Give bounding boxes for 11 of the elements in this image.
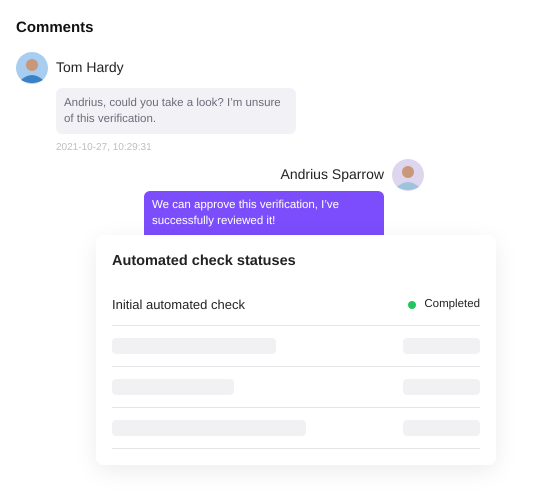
comment-bubble: We can approve this verification, I’ve successfully reviewed it! xyxy=(144,190,384,234)
avatar-icon xyxy=(392,158,424,190)
avatar-icon xyxy=(16,52,48,84)
author-name: Andrius Sparrow xyxy=(280,165,384,184)
comment-bubble: Andrius, could you take a look? I’m unsure of this verification. xyxy=(56,88,296,134)
section-title: Comments xyxy=(15,18,95,38)
status-label: Completed xyxy=(424,297,480,312)
author-name: Tom Hardy xyxy=(56,58,124,77)
check-name: Initial automated check xyxy=(112,296,245,314)
comment-timestamp: 2021-10-27, 10:29:31 xyxy=(56,140,153,154)
card-title: Automated check statuses xyxy=(112,252,297,270)
